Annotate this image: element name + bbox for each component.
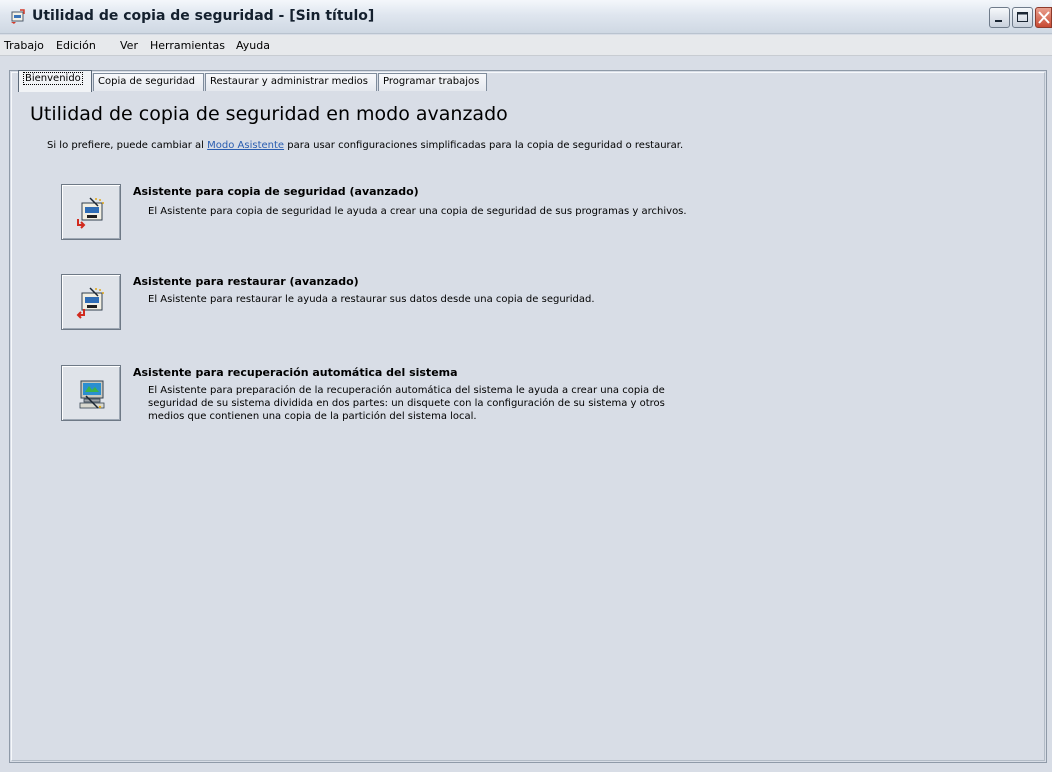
close-button[interactable] [1035,7,1052,28]
tab-copia-de-seguridad[interactable]: Copia de seguridad [93,73,204,91]
menu-ayuda[interactable]: Ayuda [236,39,270,52]
tab-restaurar-y-administrar-medios[interactable]: Restaurar y administrar medios [205,73,377,91]
backup-wizard-description: El Asistente para copia de seguridad le … [148,206,687,217]
menu-edicion[interactable]: Edición [56,39,96,52]
asr-wizard-title[interactable]: Asistente para recuperación automática d… [133,366,458,379]
intro-text-before: Si lo prefiere, puede cambiar al [47,140,208,151]
window-title: Utilidad de copia de seguridad - [Sin tí… [32,8,375,24]
minimize-icon [995,20,1002,22]
intro-text-after: para usar configuraciones simplificadas … [284,140,684,151]
maximize-button[interactable] [1012,7,1033,28]
asr-wizard-button[interactable] [61,365,121,421]
menu-bar: Trabajo Edición Ver Herramientas Ayuda [0,35,1052,56]
restore-wizard-description: El Asistente para restaurar le ayuda a r… [148,294,595,305]
minimize-button[interactable] [989,7,1010,28]
menu-herramientas[interactable]: Herramientas [150,39,225,52]
backup-wizard-title[interactable]: Asistente para copia de seguridad (avanz… [133,185,419,198]
restore-wizard-title[interactable]: Asistente para restaurar (avanzado) [133,275,359,288]
maximize-icon [1017,12,1028,22]
tab-bienvenido-label: Bienvenido [23,72,83,85]
asr-wizard-description: El Asistente para preparación de la recu… [148,385,665,422]
wizard-mode-link[interactable]: Modo Asistente [207,140,284,151]
title-bar[interactable]: Utilidad de copia de seguridad - [Sin tí… [0,0,1052,34]
menu-ver[interactable]: Ver [120,39,138,52]
restore-wizard-icon [76,287,104,319]
tab-programar-trabajos-label: Programar trabajos [383,76,480,87]
tab-copia-de-seguridad-label: Copia de seguridad [98,76,195,87]
page-title: Utilidad de copia de seguridad en modo a… [30,103,508,125]
tab-restaurar-label: Restaurar y administrar medios [210,76,368,87]
restore-wizard-button[interactable] [61,274,121,330]
close-icon [1038,11,1050,24]
intro-text: Si lo prefiere, puede cambiar al Modo As… [47,139,687,152]
asr-wizard-icon [79,380,105,409]
tab-programar-trabajos[interactable]: Programar trabajos [378,73,487,91]
tab-bienvenido[interactable]: Bienvenido [18,70,92,92]
backup-app-icon [11,9,25,24]
menu-trabajo[interactable]: Trabajo [4,39,44,52]
backup-wizard-button[interactable] [61,184,121,240]
backup-wizard-icon [77,197,104,229]
